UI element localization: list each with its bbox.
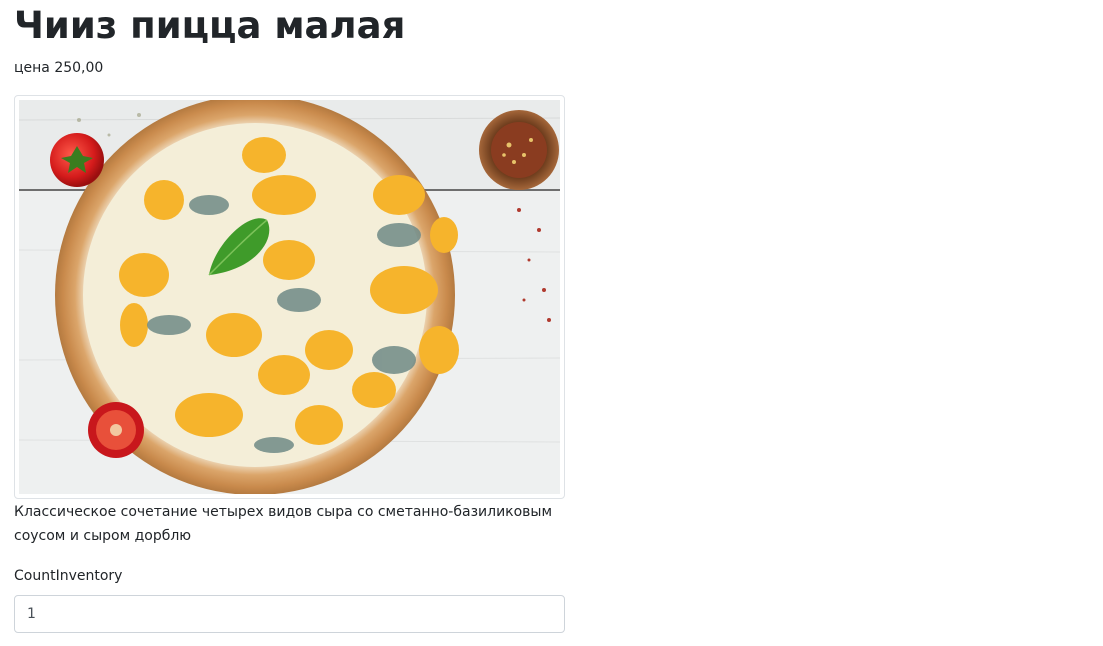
product-image-frame xyxy=(14,95,565,499)
product-image xyxy=(19,100,560,494)
count-inventory-label: CountInventory xyxy=(14,568,123,584)
product-page: Чииз пицца малая цена 250,00 Классическо… xyxy=(0,0,1103,646)
product-title: Чииз пицца малая xyxy=(14,4,406,47)
product-description: Классическое сочетание четырех видов сыр… xyxy=(14,504,553,544)
count-inventory-input[interactable] xyxy=(14,595,565,633)
product-price: цена 250,00 xyxy=(14,60,104,76)
